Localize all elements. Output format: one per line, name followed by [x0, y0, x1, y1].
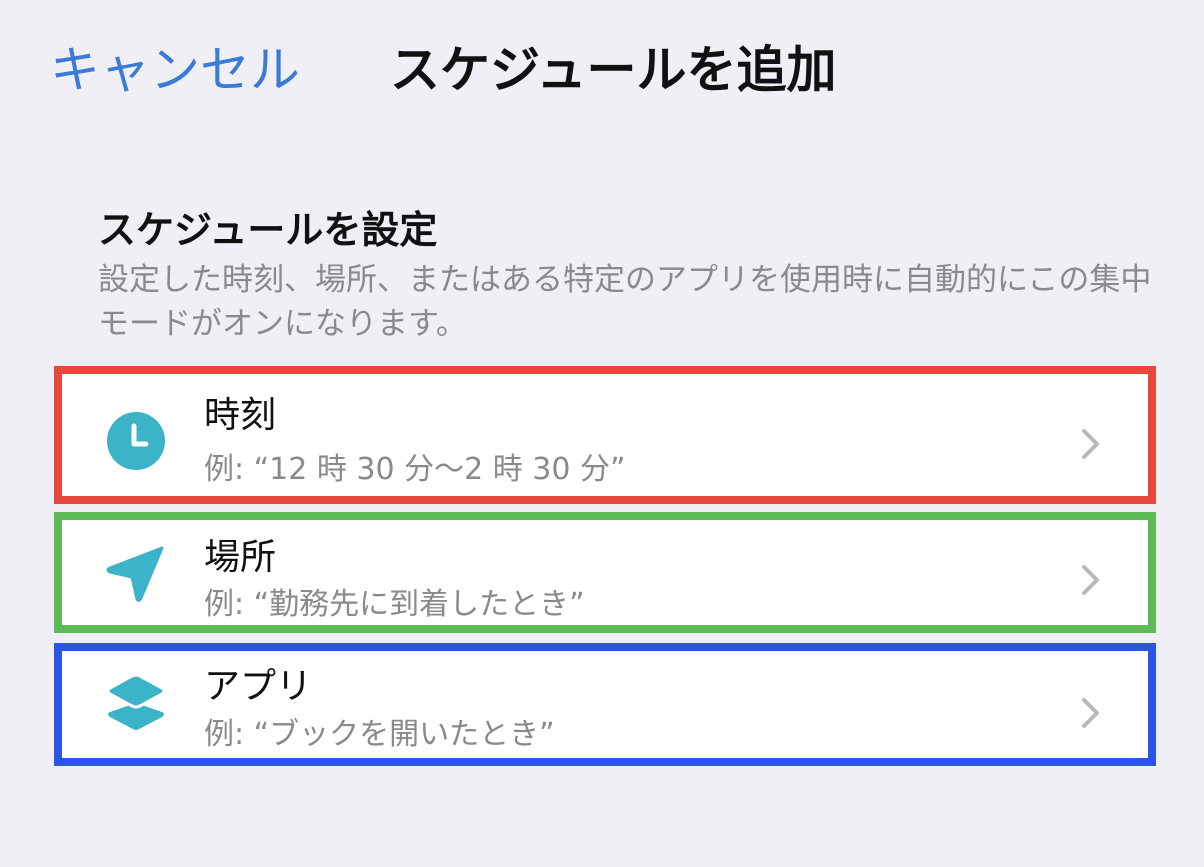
- schedule-option-place[interactable]: 場所 例: “勤務先に到着したとき”: [54, 512, 1156, 633]
- page-title: スケジュールを追加: [390, 41, 837, 99]
- section-header: スケジュールを設定: [98, 208, 438, 252]
- chevron-right-icon: [1082, 565, 1099, 595]
- clock-icon: [107, 412, 165, 470]
- row-subtitle-app: 例: “ブックを開いたとき”: [204, 717, 555, 752]
- location-arrow-icon: [106, 546, 164, 602]
- row-title-time: 時刻: [204, 395, 277, 436]
- cancel-button[interactable]: キャンセル: [50, 38, 300, 102]
- chevron-right-icon: [1082, 429, 1099, 459]
- row-title-app: アプリ: [204, 666, 313, 707]
- row-subtitle-place: 例: “勤務先に到着したとき”: [204, 587, 585, 622]
- chevron-right-icon: [1082, 698, 1099, 728]
- app-layers-icon: [106, 673, 166, 730]
- schedule-option-app[interactable]: アプリ 例: “ブックを開いたとき”: [54, 643, 1156, 766]
- row-subtitle-time: 例: “12 時 30 分〜2 時 30 分”: [204, 452, 626, 487]
- section-description: 設定した時刻、場所、またはある特定のアプリを使用時に自動的にこの集中モードがオン…: [98, 262, 1152, 342]
- schedule-option-time[interactable]: 時刻 例: “12 時 30 分〜2 時 30 分”: [54, 366, 1156, 504]
- row-title-place: 場所: [204, 537, 277, 578]
